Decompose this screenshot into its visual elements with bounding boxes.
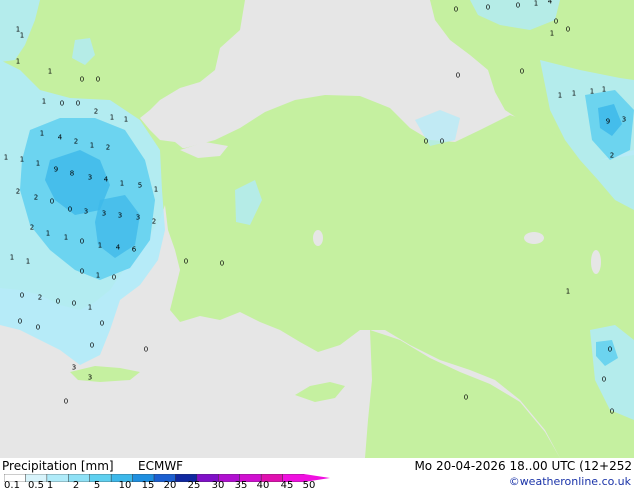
precip-value-label: 2 [37, 293, 43, 302]
precip-value-label: 3 [117, 211, 123, 220]
valid-time: Mo 20-04-2026 18..00 UTC (12+252 [414, 459, 632, 473]
precip-value-label: 0 [219, 259, 225, 268]
precip-value-label: 1 [25, 257, 31, 266]
precip-value-label: 0 [515, 1, 521, 10]
credit-link[interactable]: ©weatheronline.co.uk [509, 476, 631, 488]
precip-value-label: 1 [571, 89, 577, 98]
precip-value-label: 2 [105, 143, 111, 152]
precip-value-label: 1 [533, 0, 539, 8]
precip-value-label: 8 [69, 169, 75, 178]
precip-value-label: 0 [59, 99, 65, 108]
precip-value-label: 2 [33, 193, 39, 202]
precip-value-label: 2 [15, 187, 21, 196]
precip-value-label: 0 [601, 375, 607, 384]
precip-value-label: 0 [99, 319, 105, 328]
precip-value-label: 0 [95, 75, 101, 84]
precip-value-label: 0 [111, 273, 117, 282]
precip-value-label: 1 [45, 229, 51, 238]
precip-value-label: 1 [19, 31, 25, 40]
lake-van [524, 232, 544, 244]
precip-value-label: 4 [547, 0, 553, 6]
precip-value-label: 3 [621, 115, 627, 124]
lake-sevan [591, 250, 601, 274]
precip-value-label: 1 [565, 287, 571, 296]
precip-value-label: 1 [589, 87, 595, 96]
precip-value-label: 6 [131, 245, 137, 254]
precip-value-label: 0 [463, 393, 469, 402]
precip-value-label: 3 [87, 173, 93, 182]
footer: Precipitation [mm] ECMWF Mo 20-04-2026 1… [0, 458, 634, 491]
precip-value-label: 1 [549, 29, 555, 38]
precip-value-label: 0 [485, 3, 491, 12]
precip-value-label: 0 [183, 257, 189, 266]
precip-value-label: 2 [73, 137, 79, 146]
precip-value-label: 2 [29, 223, 35, 232]
precip-value-label: 4 [103, 175, 109, 184]
precip-value-label: 0 [79, 75, 85, 84]
land-cyprus [295, 382, 345, 402]
precip-value-label: 0 [55, 297, 61, 306]
precip-value-label: 1 [123, 115, 129, 124]
precip-value-label: 0 [79, 237, 85, 246]
model-name: ECMWF [138, 459, 184, 473]
precip-value-label: 0 [89, 341, 95, 350]
precip-value-label: 0 [519, 67, 525, 76]
precip-value-label: 3 [135, 213, 141, 222]
precip-value-label: 0 [143, 345, 149, 354]
precip-value-label: 0 [75, 99, 81, 108]
precip-value-label: 2 [93, 107, 99, 116]
precip-value-label: 9 [605, 117, 611, 126]
precip-value-label: 1 [89, 141, 95, 150]
precip-value-label: 1 [97, 241, 103, 250]
precip-value-label: 1 [19, 155, 25, 164]
legend-title: Precipitation [mm] [2, 459, 114, 473]
map-canvas [0, 0, 634, 458]
precip-value-label: 0 [35, 323, 41, 332]
precip-value-label: 0 [17, 317, 23, 326]
precip-value-label: 1 [95, 271, 101, 280]
precip-value-label: 0 [63, 397, 69, 406]
precip-value-label: 0 [49, 197, 55, 206]
precip-value-label: 0 [19, 291, 25, 300]
precip-value-label: 0 [439, 137, 445, 146]
precip-value-label: 0 [423, 137, 429, 146]
precip-value-label: 9 [53, 165, 59, 174]
precip-value-label: 1 [63, 233, 69, 242]
precip-value-label: 1 [15, 57, 21, 66]
precip-value-label: 0 [79, 267, 85, 276]
precip-value-label: 3 [101, 209, 107, 218]
precip-value-label: 0 [71, 299, 77, 308]
precip-value-label: 0 [453, 5, 459, 14]
precipitation-map[interactable]: 1111001002111421211198341512200333322110… [0, 0, 634, 458]
precip-value-label: 1 [9, 253, 15, 262]
precip-value-label: 1 [35, 159, 41, 168]
precip-value-label: 1 [39, 129, 45, 138]
precip-value-label: 1 [109, 113, 115, 122]
precip-value-label: 0 [67, 205, 73, 214]
precip-value-label: 1 [557, 91, 563, 100]
precip-value-label: 3 [71, 363, 77, 372]
precip-value-label: 1 [3, 153, 9, 162]
precip-value-label: 1 [119, 179, 125, 188]
land-crete [70, 366, 140, 382]
precip-value-label: 4 [115, 243, 121, 252]
precip-value-label: 0 [609, 407, 615, 416]
precip-value-label: 1 [153, 185, 159, 194]
precip-value-label: 4 [57, 133, 63, 142]
legend-swatch [68, 474, 91, 482]
precip-value-label: 3 [87, 373, 93, 382]
precip-value-label: 0 [553, 17, 559, 26]
precip-value-label: 1 [87, 303, 93, 312]
precip-value-label: 0 [565, 25, 571, 34]
precip-value-label: 5 [137, 181, 143, 190]
lake-tuz [313, 230, 323, 246]
precip-value-label: 1 [47, 67, 53, 76]
precip-value-label: 0 [455, 71, 461, 80]
precip-value-label: 0 [607, 345, 613, 354]
precip-value-label: 2 [609, 151, 615, 160]
precip-value-label: 2 [151, 217, 157, 226]
precip-value-label: 3 [83, 207, 89, 216]
precip-value-label: 1 [41, 97, 47, 106]
precip-value-label: 1 [601, 85, 607, 94]
